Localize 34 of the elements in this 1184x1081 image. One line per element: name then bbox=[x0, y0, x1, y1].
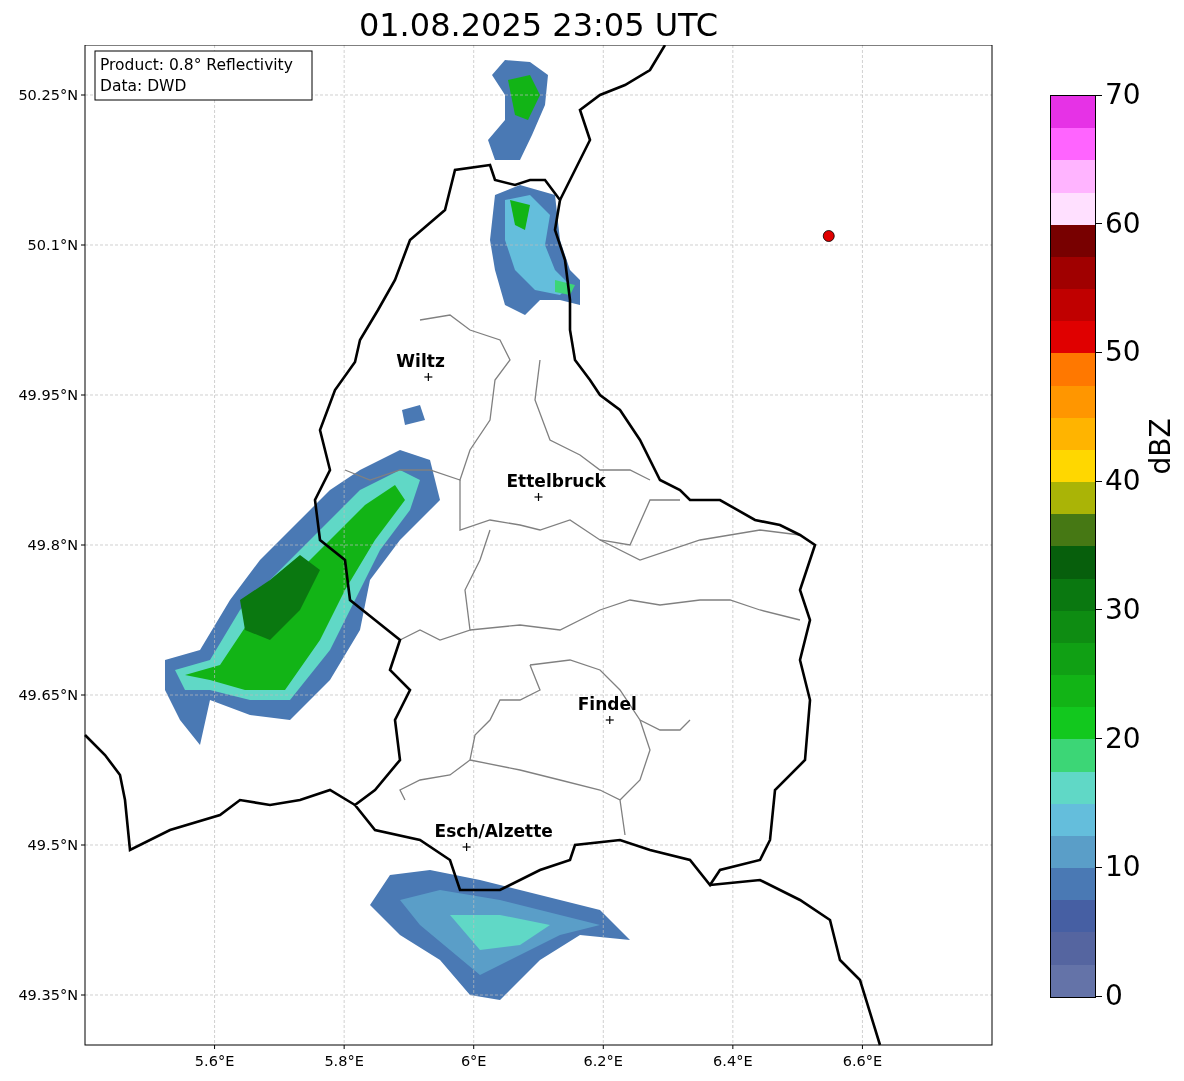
city-marker bbox=[533, 492, 544, 502]
longitude-label: 5.8°E bbox=[324, 1053, 364, 1069]
city-label: Findel bbox=[577, 694, 637, 714]
city-label: Esch/Alzette bbox=[434, 821, 553, 841]
colorbar-tick-label: 10 bbox=[1105, 851, 1141, 884]
city-label: Wiltz bbox=[396, 351, 445, 371]
latitude-label: 50.1°N bbox=[27, 237, 78, 253]
city-marker bbox=[605, 715, 615, 725]
colorbar-tick-label: 70 bbox=[1105, 79, 1141, 111]
latitude-label: 49.8°N bbox=[27, 537, 78, 553]
latitude-label: 49.65°N bbox=[18, 687, 78, 703]
colorbar-tick-label: 30 bbox=[1105, 593, 1141, 626]
info-text: Product: 0.8° Reflectivity bbox=[100, 56, 293, 74]
latitude-label: 50.25°N bbox=[18, 87, 78, 103]
radar-echo bbox=[402, 405, 425, 425]
chart-title: 01.08.2025 23:05 UTC bbox=[357, 5, 720, 45]
city-marker bbox=[423, 372, 433, 382]
city-label: Ettelbruck bbox=[506, 471, 606, 491]
longitude-label: 6°E bbox=[460, 1053, 487, 1069]
longitude-label: 6.6°E bbox=[842, 1053, 883, 1069]
colorbar-tick-label: 50 bbox=[1105, 336, 1141, 369]
longitude-label: 6.2°E bbox=[583, 1053, 624, 1069]
longitude-label: 6.4°E bbox=[713, 1053, 753, 1069]
colorbar-tick-label: 60 bbox=[1105, 207, 1141, 240]
city-marker bbox=[462, 842, 472, 852]
colorbar-label: dBZ bbox=[1143, 417, 1177, 477]
latitude-label: 49.95°N bbox=[18, 387, 78, 403]
latitude-label: 49.35°N bbox=[18, 987, 78, 1003]
colorbar-tick-label: 0 bbox=[1105, 980, 1123, 1012]
longitude-label: 5.6°E bbox=[194, 1053, 235, 1069]
latitude-label: 49.5°N bbox=[27, 837, 78, 853]
info-text: Data: DWD bbox=[100, 77, 187, 95]
colorbar-tick-label: 40 bbox=[1105, 465, 1141, 498]
colorbar-tick-label: 20 bbox=[1105, 722, 1141, 755]
